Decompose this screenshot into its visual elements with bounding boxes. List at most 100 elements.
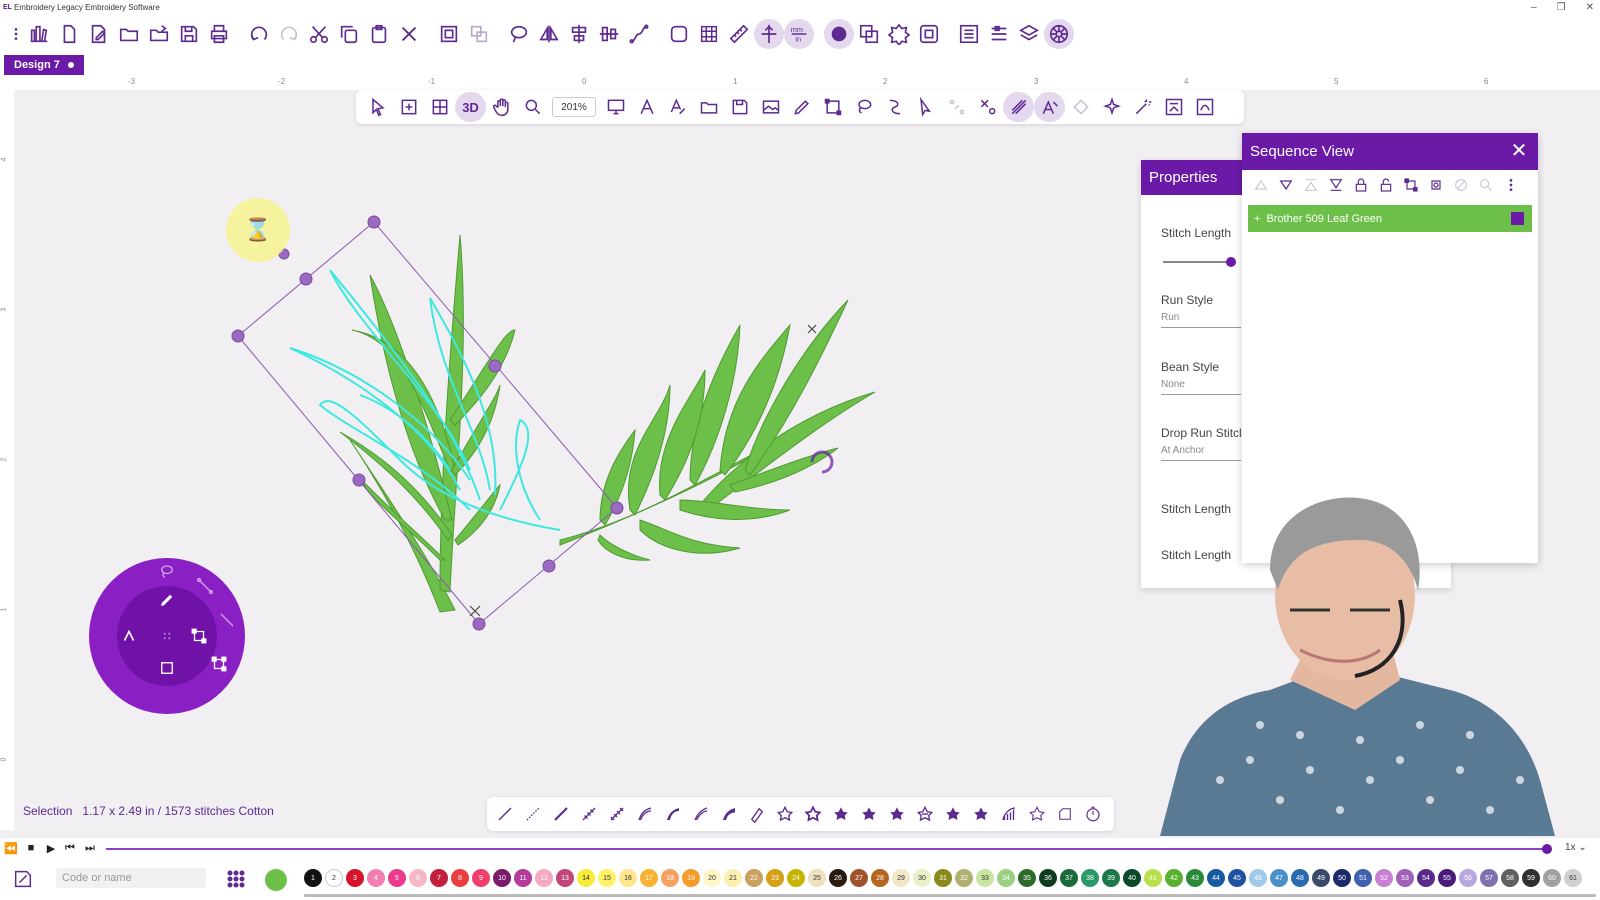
thread-swatch[interactable]: 57 bbox=[1480, 869, 1498, 887]
reshape-icon[interactable] bbox=[879, 92, 910, 122]
stitch-length-slider[interactable] bbox=[1163, 257, 1236, 267]
units-icon[interactable]: mm in bbox=[784, 19, 814, 49]
radial-tool-menu[interactable] bbox=[89, 558, 245, 714]
thread-chart-icon[interactable] bbox=[12, 868, 34, 890]
convert-icon[interactable] bbox=[1158, 92, 1189, 122]
thread-swatch[interactable]: 21 bbox=[724, 869, 742, 887]
thread-swatch[interactable]: 54 bbox=[1417, 869, 1435, 887]
new-file-icon[interactable] bbox=[54, 19, 84, 49]
thread-swatch[interactable]: 39 bbox=[1102, 869, 1120, 887]
thread-swatch[interactable]: 17 bbox=[640, 869, 658, 887]
thread-swatch[interactable]: 51 bbox=[1354, 869, 1372, 887]
sparkle-icon[interactable] bbox=[1096, 92, 1127, 122]
thread-swatch[interactable]: 3 bbox=[346, 869, 364, 887]
minimize-button[interactable]: – bbox=[1531, 2, 1537, 13]
zoom-level-field[interactable]: 201% bbox=[552, 97, 596, 117]
thread-swatch[interactable]: 55 bbox=[1438, 869, 1456, 887]
thread-swatch[interactable]: 8 bbox=[451, 869, 469, 887]
stop-icon[interactable]: ■ bbox=[24, 841, 38, 855]
slider-knob[interactable] bbox=[1226, 257, 1236, 267]
thread-swatch[interactable]: 20 bbox=[703, 869, 721, 887]
thread-swatch[interactable]: 1 bbox=[304, 869, 322, 887]
color-swatch[interactable] bbox=[1511, 212, 1524, 225]
thread-swatch[interactable]: 35 bbox=[1018, 869, 1036, 887]
lettering-edit-icon[interactable] bbox=[1034, 92, 1065, 122]
save-as-icon[interactable] bbox=[174, 19, 204, 49]
more-vertical-icon[interactable] bbox=[8, 19, 24, 49]
node-edit-icon[interactable] bbox=[817, 92, 848, 122]
star-textured-icon[interactable] bbox=[967, 800, 995, 828]
close-sequence-button[interactable]: ✕ bbox=[1508, 140, 1530, 162]
palette-grid-icon[interactable] bbox=[224, 867, 248, 891]
thread-swatch[interactable]: 58 bbox=[1501, 869, 1519, 887]
scatter-icon[interactable] bbox=[941, 92, 972, 122]
satin-icon[interactable] bbox=[631, 800, 659, 828]
cut-icon[interactable] bbox=[304, 19, 334, 49]
thread-swatch[interactable]: 48 bbox=[1291, 869, 1309, 887]
lasso-select-icon[interactable] bbox=[848, 92, 879, 122]
star-satin-icon[interactable] bbox=[799, 800, 827, 828]
thread-swatch[interactable]: 44 bbox=[1207, 869, 1225, 887]
move-down-icon[interactable] bbox=[1273, 173, 1298, 197]
copy-icon[interactable] bbox=[334, 19, 364, 49]
thread-swatch[interactable]: 6 bbox=[409, 869, 427, 887]
skip-back-icon[interactable]: ⏮ bbox=[63, 841, 77, 855]
thread-swatch[interactable]: 45 bbox=[1228, 869, 1246, 887]
move-up-icon[interactable] bbox=[1298, 173, 1323, 197]
hoop-icon[interactable] bbox=[664, 19, 694, 49]
play-icon[interactable]: ▶ bbox=[44, 841, 58, 855]
fringe-icon[interactable] bbox=[995, 800, 1023, 828]
display-icon[interactable] bbox=[600, 92, 631, 122]
star-gradient-icon[interactable] bbox=[883, 800, 911, 828]
image-icon[interactable] bbox=[755, 92, 786, 122]
shape-icon[interactable] bbox=[1051, 800, 1079, 828]
zoom-fit-icon[interactable] bbox=[393, 92, 424, 122]
delete-icon[interactable] bbox=[394, 19, 424, 49]
property-drop-run-stitch[interactable]: Drop Run Stitcl At Anchor bbox=[1161, 426, 1242, 461]
radial-rectangle-icon[interactable] bbox=[157, 658, 177, 678]
column-fill-icon[interactable] bbox=[715, 800, 743, 828]
thread-swatch[interactable]: 19 bbox=[682, 869, 700, 887]
star-fill-icon[interactable] bbox=[827, 800, 855, 828]
thread-swatch[interactable]: 9 bbox=[472, 869, 490, 887]
layers-icon[interactable] bbox=[1014, 19, 1044, 49]
export-icon[interactable] bbox=[724, 92, 755, 122]
group-icon[interactable] bbox=[434, 19, 464, 49]
thread-swatch[interactable]: 37 bbox=[1060, 869, 1078, 887]
thread-swatch[interactable]: 41 bbox=[1144, 869, 1162, 887]
star-motif-icon[interactable] bbox=[911, 800, 939, 828]
thread-swatch[interactable]: 29 bbox=[892, 869, 910, 887]
guides-icon[interactable] bbox=[754, 19, 784, 49]
lock-icon[interactable] bbox=[1348, 173, 1373, 197]
thread-swatch[interactable]: 32 bbox=[955, 869, 973, 887]
fill-icon[interactable] bbox=[1065, 92, 1096, 122]
thread-swatch[interactable]: 46 bbox=[1249, 869, 1267, 887]
undo-icon[interactable] bbox=[244, 19, 274, 49]
property-bean-style[interactable]: Bean Style None bbox=[1161, 360, 1241, 395]
playback-speed[interactable]: 1x ⌄ bbox=[1565, 842, 1587, 853]
thread-swatch[interactable]: 42 bbox=[1165, 869, 1183, 887]
radial-text-icon[interactable] bbox=[119, 626, 139, 646]
sequence-item[interactable]: + Brother 509 Leaf Green bbox=[1248, 205, 1532, 232]
thread-swatch[interactable]: 13 bbox=[556, 869, 574, 887]
thread-swatch[interactable]: 15 bbox=[598, 869, 616, 887]
thread-swatch[interactable]: 47 bbox=[1270, 869, 1288, 887]
lasso-icon[interactable] bbox=[504, 19, 534, 49]
close-window-button[interactable]: ✕ bbox=[1586, 2, 1594, 13]
property-value[interactable]: Run bbox=[1161, 312, 1241, 328]
point-select-icon[interactable] bbox=[910, 92, 941, 122]
thread-search-input[interactable]: Code or name bbox=[56, 868, 206, 888]
remove-point-icon[interactable] bbox=[972, 92, 1003, 122]
unlock-icon[interactable] bbox=[1373, 173, 1398, 197]
thread-swatch[interactable]: 31 bbox=[934, 869, 952, 887]
rewind-icon[interactable]: ⏪ bbox=[4, 841, 18, 855]
timer-icon[interactable] bbox=[1079, 800, 1107, 828]
import-icon[interactable] bbox=[693, 92, 724, 122]
document-tab[interactable]: Design 7 bbox=[4, 55, 84, 75]
property-value[interactable]: At Anchor bbox=[1161, 445, 1241, 461]
sequence-icon[interactable] bbox=[984, 19, 1014, 49]
star-empty-icon[interactable] bbox=[1023, 800, 1051, 828]
thread-swatch[interactable]: 34 bbox=[997, 869, 1015, 887]
magic-wand-icon[interactable] bbox=[1127, 92, 1158, 122]
hide-icon[interactable] bbox=[1448, 173, 1473, 197]
